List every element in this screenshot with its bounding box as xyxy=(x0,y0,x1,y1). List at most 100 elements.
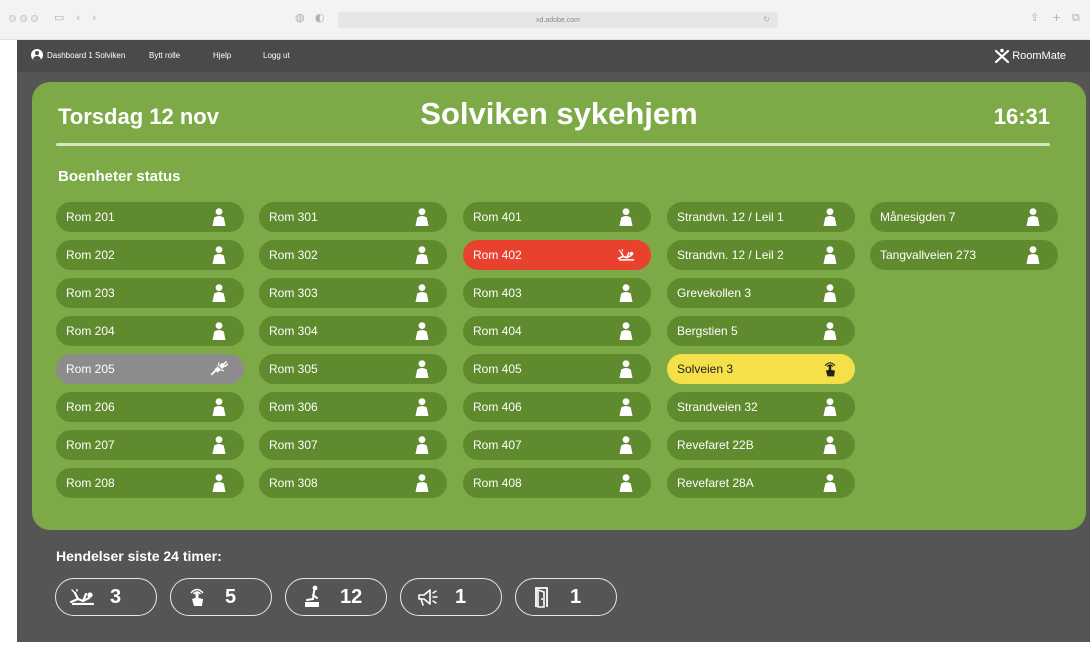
unit-tile[interactable]: Rom 304 xyxy=(259,316,447,346)
page-title: Solviken sykehjem xyxy=(420,96,698,131)
nav-logout[interactable]: Logg ut xyxy=(263,51,290,60)
unit-tile[interactable]: Rom 307 xyxy=(259,430,447,460)
unit-label: Tangvallveien 273 xyxy=(880,248,977,262)
unit-label: Strandvn. 12 / Leil 2 xyxy=(677,248,784,262)
unit-tile[interactable]: Rom 202 xyxy=(56,240,244,270)
unit-label: Revefaret 28A xyxy=(677,476,754,490)
unit-tile[interactable]: Månesigden 7 xyxy=(870,202,1058,232)
unit-tile[interactable]: Rom 408 xyxy=(463,468,651,498)
unit-tile[interactable]: Strandveien 32 xyxy=(667,392,855,422)
unit-label: Rom 205 xyxy=(66,362,115,376)
unit-tile[interactable]: Rom 201 xyxy=(56,202,244,232)
door-icon xyxy=(528,585,556,609)
status-panel: Torsdag 12 nov Solviken sykehjem 16:31 B… xyxy=(32,82,1086,530)
window-close-control[interactable] xyxy=(9,15,16,22)
address-bar[interactable]: xd.adobe.com ↻ xyxy=(338,12,778,28)
event-counter[interactable]: 12 xyxy=(285,578,387,616)
unit-tile[interactable]: Rom 308 xyxy=(259,468,447,498)
person-icon xyxy=(413,284,431,302)
nav-switch-role[interactable]: Bytt rolle xyxy=(149,51,180,60)
person-icon xyxy=(617,360,635,378)
person-icon xyxy=(413,322,431,340)
unit-tile[interactable]: Rom 208 xyxy=(56,468,244,498)
disconnected-plug-icon xyxy=(210,360,228,378)
person-icon xyxy=(413,436,431,454)
person-icon xyxy=(210,436,228,454)
reader-icon[interactable]: ◐ xyxy=(315,11,325,24)
unit-tile[interactable]: Rom 401 xyxy=(463,202,651,232)
fall-icon xyxy=(617,246,635,264)
fall-icon xyxy=(68,585,96,609)
nav-help[interactable]: Hjelp xyxy=(213,51,231,60)
unit-tile[interactable]: Rom 305 xyxy=(259,354,447,384)
unit-label: Rom 408 xyxy=(473,476,522,490)
event-counter[interactable]: 5 xyxy=(170,578,272,616)
unit-tile[interactable]: Bergstien 5 xyxy=(667,316,855,346)
share-icon[interactable]: ⇪ xyxy=(1030,11,1039,24)
unit-tile[interactable]: Revefaret 22B xyxy=(667,430,855,460)
person-icon xyxy=(617,208,635,226)
unit-tile[interactable]: Rom 302 xyxy=(259,240,447,270)
unit-tile[interactable]: Rom 404 xyxy=(463,316,651,346)
person-icon xyxy=(210,398,228,416)
unit-tile[interactable]: Rom 205 xyxy=(56,354,244,384)
unit-tile[interactable]: Rom 203 xyxy=(56,278,244,308)
unit-tile[interactable]: Solveien 3 xyxy=(667,354,855,384)
app-navigation-bar: Dashboard 1 Solviken Bytt rolle Hjelp Lo… xyxy=(17,40,1090,72)
unit-tile[interactable]: Tangvallveien 273 xyxy=(870,240,1058,270)
tab-overview-icon[interactable]: ⧉ xyxy=(1072,11,1080,25)
unit-tile[interactable]: Grevekollen 3 xyxy=(667,278,855,308)
unit-tile[interactable]: Rom 306 xyxy=(259,392,447,422)
unit-label: Strandvn. 12 / Leil 1 xyxy=(677,210,784,224)
unit-label: Rom 201 xyxy=(66,210,115,224)
unit-label: Rom 306 xyxy=(269,400,318,414)
person-icon xyxy=(210,284,228,302)
person-icon xyxy=(821,398,839,416)
unit-label: Revefaret 22B xyxy=(677,438,754,452)
privacy-icon[interactable]: ◍ xyxy=(295,11,305,24)
event-counter[interactable]: 1 xyxy=(400,578,502,616)
unit-label: Rom 203 xyxy=(66,286,115,300)
user-icon[interactable] xyxy=(31,49,43,61)
unit-label: Månesigden 7 xyxy=(880,210,956,224)
person-icon xyxy=(413,208,431,226)
window-zoom-control[interactable] xyxy=(31,15,38,22)
person-icon xyxy=(413,360,431,378)
unit-tile[interactable]: Rom 301 xyxy=(259,202,447,232)
unit-label: Solveien 3 xyxy=(677,362,734,376)
alarm-horn-icon xyxy=(413,585,441,609)
new-tab-icon[interactable]: + xyxy=(1052,11,1061,24)
unit-tile[interactable]: Rom 403 xyxy=(463,278,651,308)
unit-label: Rom 407 xyxy=(473,438,522,452)
unit-tile[interactable]: Strandvn. 12 / Leil 2 xyxy=(667,240,855,270)
person-icon xyxy=(821,246,839,264)
person-icon xyxy=(821,284,839,302)
unit-label: Rom 301 xyxy=(269,210,318,224)
brand-logo: RoomMate xyxy=(994,48,1066,64)
unit-tile[interactable]: Rom 402 xyxy=(463,240,651,270)
sidebar-toggle-icon[interactable]: ▭ xyxy=(54,11,64,24)
brand-name: RoomMate xyxy=(1012,50,1066,62)
event-counter[interactable]: 1 xyxy=(515,578,617,616)
unit-tile[interactable]: Rom 207 xyxy=(56,430,244,460)
unit-tile[interactable]: Rom 405 xyxy=(463,354,651,384)
nav-dashboard-user[interactable]: Dashboard 1 Solviken xyxy=(47,51,125,60)
unit-tile[interactable]: Rom 204 xyxy=(56,316,244,346)
unit-tile[interactable]: Rom 407 xyxy=(463,430,651,460)
event-counter[interactable]: 3 xyxy=(55,578,157,616)
reload-icon[interactable]: ↻ xyxy=(763,15,770,24)
unit-label: Rom 208 xyxy=(66,476,115,490)
unit-label: Rom 401 xyxy=(473,210,522,224)
back-icon[interactable]: ‹ xyxy=(76,11,80,24)
forward-icon[interactable]: › xyxy=(92,11,96,24)
unit-tile[interactable]: Revefaret 28A xyxy=(667,468,855,498)
unit-tile[interactable]: Rom 303 xyxy=(259,278,447,308)
unit-tile[interactable]: Strandvn. 12 / Leil 1 xyxy=(667,202,855,232)
window-minimize-control[interactable] xyxy=(20,15,27,22)
unit-label: Rom 305 xyxy=(269,362,318,376)
unit-label: Rom 308 xyxy=(269,476,318,490)
events-heading: Hendelser siste 24 timer: xyxy=(56,548,222,564)
unit-label: Rom 303 xyxy=(269,286,318,300)
unit-tile[interactable]: Rom 406 xyxy=(463,392,651,422)
unit-tile[interactable]: Rom 206 xyxy=(56,392,244,422)
